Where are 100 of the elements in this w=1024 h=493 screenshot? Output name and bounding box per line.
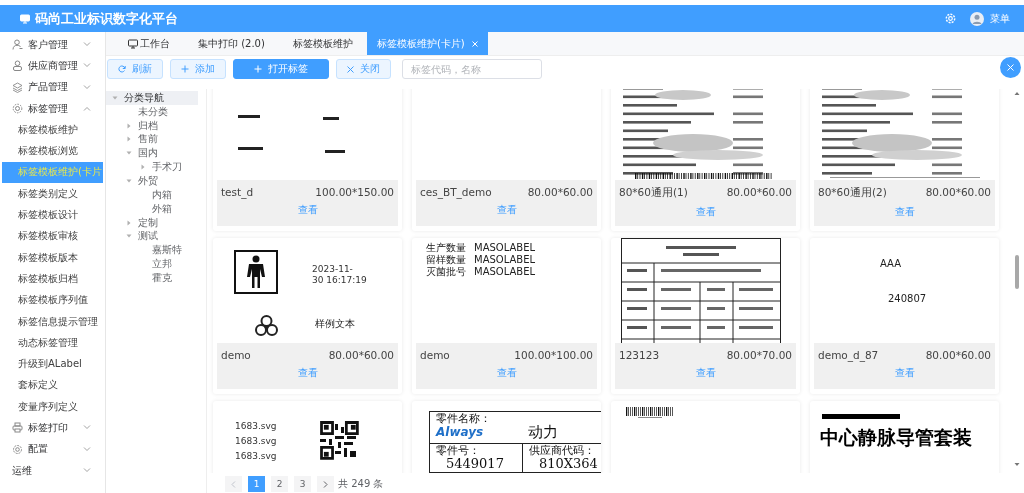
chevron-icon [83, 425, 91, 431]
monitor-icon [128, 38, 138, 49]
sidebar-submenu-item[interactable]: 标签模板归档 [2, 268, 103, 290]
tree-node[interactable]: 售前 [106, 132, 206, 147]
field-label: 生产数量 [426, 242, 466, 254]
sidebar-menu-item[interactable]: 产品管理 [0, 76, 105, 98]
total-count: 共 249 条 [338, 477, 384, 491]
sidebar-submenu-item[interactable]: 标签模板浏览 [2, 140, 103, 162]
tree-node[interactable]: 外贸 [106, 174, 206, 188]
template-size: 80.00*60.00 [726, 186, 792, 200]
chevron-left-icon [231, 480, 236, 488]
label-text: AAA [880, 258, 902, 269]
page-button[interactable]: 3 [294, 476, 311, 492]
close-button[interactable] [1000, 57, 1021, 78]
gear-icon [12, 103, 23, 115]
tree-node[interactable]: 外箱 [106, 201, 206, 216]
sidebar-submenu-item[interactable]: 标签信息提示管理 [2, 310, 103, 333]
sidebar-submenu-item[interactable]: 标签模板维护 [2, 119, 103, 141]
template-name: 123123 [619, 349, 660, 361]
tab[interactable]: 工作台 [114, 32, 184, 55]
sidebar-submenu-item[interactable]: 动态标签管理 [2, 332, 103, 354]
qr-code-icon [320, 421, 359, 460]
biohazard-icon [255, 315, 278, 337]
part-number-label: 零件号： [436, 445, 481, 457]
chevron-icon [83, 106, 91, 112]
file-name-text: 1683.svg [235, 436, 277, 448]
file-name-text: 1683.svg [235, 451, 277, 463]
sidebar-menu-item[interactable]: 供应商管理 [0, 55, 105, 77]
template-name: demo [221, 349, 251, 361]
sidebar-submenu-item[interactable]: 标签模板版本 [2, 246, 103, 269]
tree-node[interactable]: 归档 [106, 118, 206, 133]
sidebar-menu-item[interactable]: 配置 [0, 438, 105, 460]
sidebar-menu-item[interactable]: 运维 [0, 459, 105, 482]
field-value: MASOLABEL [474, 242, 536, 254]
sidebar-submenu-item[interactable]: 变量序列定义 [2, 396, 103, 418]
tree-node[interactable]: 测试 [106, 229, 206, 244]
tree-node[interactable]: 定制 [106, 215, 206, 230]
close-icon[interactable] [471, 40, 478, 47]
page-button[interactable]: 2 [271, 476, 288, 492]
template-name: 80*60通用(2) [818, 186, 887, 200]
next-page-button[interactable] [317, 476, 334, 492]
template-name: demo [420, 349, 450, 361]
previous-page-button[interactable] [225, 476, 242, 492]
template-size: 100.00*100.00 [514, 349, 593, 361]
app-title: 码尚工业标识数字化平台 [35, 9, 178, 28]
field-value: MASOLABEL [474, 254, 536, 266]
plus-icon [181, 65, 189, 73]
sidebar-submenu-item[interactable]: 标签类别定义 [2, 183, 103, 205]
chevron-right-icon [323, 480, 328, 488]
sidebar-menu-item[interactable]: 标签管理 [0, 97, 105, 120]
field-value: MASOLABEL [474, 266, 536, 278]
part-name-value: 动力 [527, 422, 559, 443]
sample-text: 样例文本 [315, 317, 355, 331]
field-label: 留样数量 [426, 254, 466, 266]
tree-node[interactable]: 嘉斯特 [106, 243, 206, 258]
template-name: demo_d_87 [818, 349, 879, 361]
template-size: 100.00*150.00 [315, 186, 394, 198]
tree-node[interactable]: 手术刀 [106, 160, 206, 175]
printer-icon [12, 422, 23, 434]
sidebar-submenu-item[interactable]: 标签模板设计 [2, 204, 103, 226]
supplier-code-value: 810X364 [538, 457, 598, 471]
person-symbol-icon [234, 250, 278, 294]
tree-node[interactable]: 分类导航 [106, 91, 198, 105]
date-text: 2023-11- 30 16:17:19 [312, 264, 367, 286]
settings-icon[interactable] [945, 13, 956, 24]
sidebar-submenu-item[interactable]: 标签模板序列值 [2, 289, 103, 311]
product-heading: 中心静脉导管套装 [820, 426, 972, 450]
tree-node[interactable]: 内箱 [106, 187, 206, 202]
sidebar-menu-item[interactable]: 客户管理 [0, 34, 105, 56]
monitor-icon [20, 13, 30, 24]
part-name-label: 零件名称： [436, 413, 492, 425]
tab[interactable]: 集中打印 (2.0) [184, 32, 279, 55]
close-icon [347, 65, 354, 73]
template-size: 80.00*70.00 [726, 349, 792, 361]
chevron-icon [83, 42, 91, 48]
template-size: 80.00*60.00 [527, 186, 593, 198]
sidebar-submenu-item[interactable]: 套标定义 [2, 374, 103, 397]
sidebar-menu-item[interactable]: 标签打印 [0, 417, 105, 439]
template-name: ces_BT_demo [420, 186, 492, 198]
chevron-icon [83, 84, 91, 90]
sidebar-submenu-item[interactable]: 升级到ALabel [2, 353, 103, 375]
tree-node[interactable]: 霍克 [106, 270, 206, 285]
supplier-code-label: 供应商代码： [529, 445, 596, 457]
caret-icon [112, 94, 118, 101]
tree-node[interactable]: 国内 [106, 146, 206, 161]
label-text: 240807 [888, 293, 927, 304]
tree-node[interactable]: 立邦 [106, 257, 206, 271]
avatar-icon[interactable] [970, 11, 984, 26]
person-icon [12, 39, 23, 51]
plus-icon [254, 65, 262, 73]
tree-node[interactable]: 未分类 [106, 104, 206, 119]
caret-icon [140, 164, 146, 171]
file-name-text: 1683.svg [235, 421, 277, 433]
search-field[interactable]: 标签代码，名称 [402, 59, 542, 79]
tab[interactable]: 标签模板维护 [278, 32, 367, 55]
template-name: 80*60通用(1) [619, 186, 688, 200]
field-label: 灭菌批号 [426, 266, 466, 278]
settings-icon [12, 443, 23, 455]
template-name: test_d [221, 186, 254, 198]
sidebar-submenu-item[interactable]: 标签模板审核 [2, 225, 103, 247]
